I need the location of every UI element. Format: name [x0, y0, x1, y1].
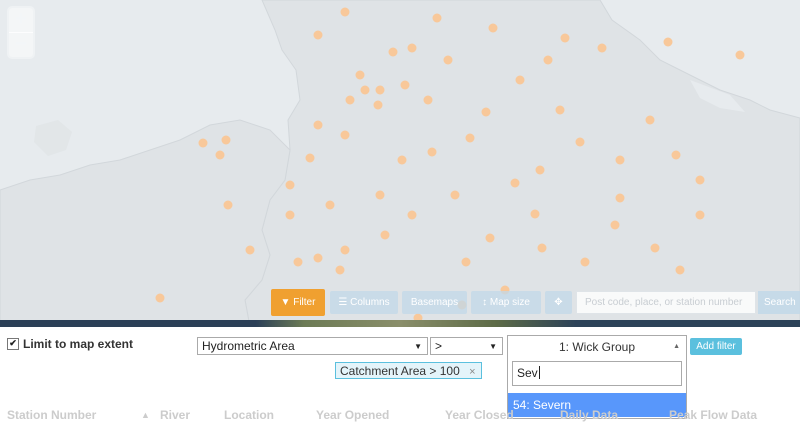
filter-value-selected: 1: Wick Group — [558, 340, 636, 354]
map-bottom-edge — [0, 320, 800, 327]
column-header-daily-data[interactable]: Daily Data — [560, 408, 618, 422]
land-england — [244, 0, 800, 327]
column-header-station-number[interactable]: Station Number — [7, 408, 96, 422]
map-size-button[interactable]: ↕ Map size — [471, 291, 541, 314]
columns-button[interactable]: ☰ Columns — [330, 291, 398, 314]
resize-icon: ↕ — [482, 297, 488, 308]
chevron-up-icon: ▲ — [673, 343, 680, 350]
remove-filter-icon[interactable]: × — [469, 366, 475, 378]
basemaps-button[interactable]: Basemaps — [402, 291, 467, 314]
map-size-button-label: Map size — [489, 297, 530, 308]
map-toolbar: ▼ Filter ☰ Columns Basemaps ↕ Map size ✥… — [0, 289, 800, 317]
zoom-control: + − — [9, 8, 33, 57]
locate-button[interactable]: ✥ — [545, 291, 572, 314]
dropdown-arrow-icon: ▼ — [414, 342, 422, 351]
columns-button-label: Columns — [350, 297, 390, 308]
location-search-button[interactable]: Search — [758, 291, 800, 314]
column-header-river[interactable]: River — [160, 408, 190, 422]
dropdown-arrow-icon: ▼ — [489, 342, 497, 351]
map-view[interactable]: + − ▼ Filter ☰ Columns Basemaps ↕ Map si… — [0, 0, 800, 327]
filter-operator-select[interactable]: > ▼ — [430, 337, 503, 355]
zoom-in-button[interactable]: + — [9, 8, 33, 32]
filter-button[interactable]: ▼ Filter — [271, 289, 325, 316]
sort-up-icon: ▲ — [141, 410, 150, 420]
dropdown-search-text: Sev — [517, 366, 538, 380]
limit-to-map-extent[interactable]: ✔ Limit to map extent — [7, 337, 133, 351]
zoom-out-button[interactable]: − — [9, 32, 33, 57]
text-caret — [538, 366, 540, 379]
filter-icon: ▼ — [280, 297, 291, 308]
land-anglesey — [34, 120, 72, 156]
location-search-input[interactable]: Post code, place, or station number — [576, 291, 756, 314]
filter-field-select[interactable]: Hydrometric Area ▼ — [197, 337, 428, 355]
column-header-year-closed[interactable]: Year Closed — [445, 408, 514, 422]
table-header: Station Number ▲ River Location Year Ope… — [0, 400, 800, 423]
basemaps-button-label: Basemaps — [410, 297, 459, 308]
active-filter-chip: Catchment Area > 100 × — [335, 362, 482, 379]
filter-button-label: Filter — [293, 297, 316, 308]
limit-label: Limit to map extent — [23, 337, 134, 351]
column-header-year-opened[interactable]: Year Opened — [316, 408, 389, 422]
add-filter-button[interactable]: Add filter — [690, 338, 742, 355]
dropdown-search-input[interactable]: Sev — [512, 361, 682, 386]
list-icon: ☰ — [338, 297, 348, 308]
limit-checkbox[interactable]: ✔ — [7, 338, 19, 350]
column-header-peak-flow-data[interactable]: Peak Flow Data — [669, 408, 757, 422]
filter-value-combobox[interactable]: 1: Wick Group ▲ — [507, 335, 687, 358]
crosshair-icon: ✥ — [554, 297, 563, 308]
column-header-location[interactable]: Location — [224, 408, 274, 422]
basemap — [0, 0, 800, 327]
filter-field-value: Hydrometric Area — [202, 339, 295, 353]
active-filter-label: Catchment Area > 100 — [340, 364, 460, 378]
filter-operator-value: > — [435, 339, 443, 353]
